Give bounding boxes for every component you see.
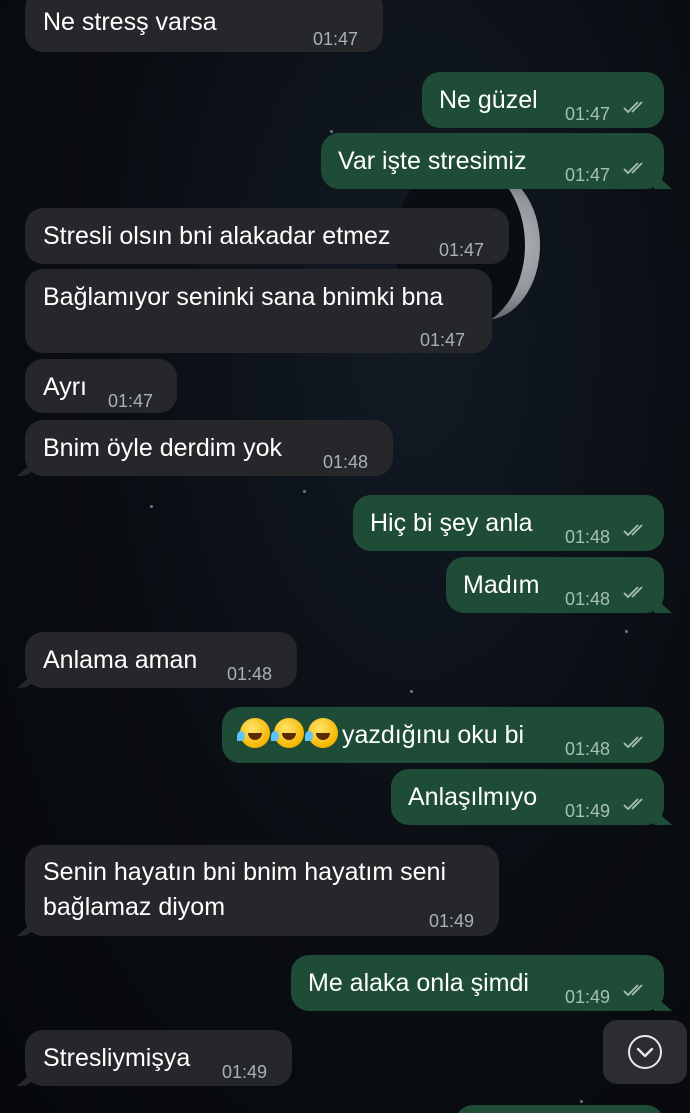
message-bubble-outgoing[interactable]: Ne güzel 01:47 xyxy=(422,72,664,128)
message-time: 01:47 xyxy=(565,165,611,185)
message-time: 01:47 xyxy=(565,104,611,124)
message-bubble-outgoing[interactable]: Me alaka onla şimdi 01:49 xyxy=(291,955,672,1011)
double-check-icon xyxy=(623,524,643,537)
message-text: Anlaşılmıyo xyxy=(408,783,538,811)
message-time: 01:49 xyxy=(565,801,611,821)
bubble-tail xyxy=(654,995,672,1011)
message-bubble-outgoing[interactable]: Hiç bi şey anla 01:48 xyxy=(353,495,664,551)
message-text: Madım xyxy=(463,571,540,599)
star xyxy=(150,505,153,508)
message-time: 01:48 xyxy=(565,739,611,759)
message-bubble-incoming[interactable]: Anlama aman 01:48 xyxy=(17,632,297,688)
chat-screen: Ne stresş varsa 01:47 Ne güzel 01:47 Var… xyxy=(0,0,690,1113)
message-bubble-incoming[interactable]: Ne stresş varsa 01:47 xyxy=(25,0,383,52)
message-text: Bağlamıyor seninki sana bnimki bna xyxy=(43,283,444,311)
star xyxy=(303,490,306,493)
message-text: Anlama aman xyxy=(43,646,198,674)
message-bubble-incoming[interactable]: Stresliymişya 01:49 xyxy=(17,1030,292,1086)
message-text-line1: Senin hayatın bni bnim hayatım seni xyxy=(43,858,447,886)
message-content: yazdığınu oku bi xyxy=(237,718,525,752)
message-bubble-incoming[interactable]: Ayrı 01:47 xyxy=(25,359,177,413)
double-check-icon xyxy=(623,736,643,749)
message-text-line2: bağlamaz diyom xyxy=(43,893,226,921)
message-text: Me alaka onla şimdi xyxy=(308,969,529,997)
bubble-tail xyxy=(654,173,672,189)
message-text: Ne stresş varsa xyxy=(43,8,217,36)
bubble-tail xyxy=(17,920,35,936)
message-time: 01:49 xyxy=(429,911,475,931)
bubble-tail xyxy=(654,597,672,613)
message-time: 01:48 xyxy=(323,452,369,472)
message-bubble-incoming[interactable]: Senin hayatın bni bnim hayatım seni bağl… xyxy=(17,845,499,936)
message-text: Stresliymişya xyxy=(43,1044,191,1072)
message-time: 01:47 xyxy=(420,330,466,350)
star xyxy=(580,1100,583,1103)
message-bubble-outgoing[interactable]: Anlaşılmıyo 01:49 xyxy=(391,769,672,825)
star xyxy=(330,130,333,133)
message-bubble-outgoing[interactable]: Var işte stresimiz 01:47 xyxy=(321,133,672,189)
message-time: 01:47 xyxy=(108,391,154,411)
message-bubble-incoming[interactable]: Bnim öyle derdim yok 01:48 xyxy=(17,420,393,476)
bubble-tail xyxy=(654,809,672,825)
message-text: Bnim öyle derdim yok xyxy=(43,434,282,462)
message-text: Ayrı xyxy=(43,373,87,401)
message-text: Ne güzel xyxy=(439,86,538,114)
bubble-tail xyxy=(17,460,35,476)
scroll-to-bottom-button[interactable] xyxy=(603,1020,687,1084)
double-check-icon xyxy=(623,101,643,114)
message-time: 01:47 xyxy=(313,29,359,49)
rolling-laughing-emoji xyxy=(305,718,338,748)
message-text: Hiç bi şey anla xyxy=(370,509,533,537)
message-bubble-incoming[interactable]: Bağlamıyor seninki sana bnimki bna 01:47 xyxy=(25,269,492,353)
message-text: Stresli olsın bni alakadar etmez xyxy=(43,222,391,250)
rolling-laughing-emoji xyxy=(271,718,304,748)
message-text: yazdığınu oku bi xyxy=(342,721,525,749)
message-text: Var işte stresimiz xyxy=(338,147,527,175)
message-bubble-outgoing[interactable]: Madım 01:48 xyxy=(446,557,672,613)
rolling-laughing-emoji xyxy=(237,718,270,748)
message-time: 01:48 xyxy=(565,589,611,609)
message-bubble-outgoing[interactable]: yazdığınu oku bi 01:48 xyxy=(222,707,664,763)
star xyxy=(410,690,413,693)
bubble-tail xyxy=(17,672,35,688)
message-time: 01:47 xyxy=(439,240,485,260)
message-bubble-incoming[interactable]: Stresli olsın bni alakadar etmez 01:47 xyxy=(25,208,509,264)
chevron-down-circle-icon xyxy=(628,1035,662,1069)
double-check-icon xyxy=(623,162,643,175)
bubble-tail xyxy=(17,1070,35,1086)
message-time: 01:49 xyxy=(565,987,611,1007)
double-check-icon xyxy=(623,984,643,997)
star xyxy=(625,630,628,633)
message-time: 01:48 xyxy=(227,664,273,684)
message-time: 01:49 xyxy=(222,1062,268,1082)
message-bubble-outgoing-partial[interactable] xyxy=(455,1105,664,1113)
message-time: 01:48 xyxy=(565,527,611,547)
double-check-icon xyxy=(623,798,643,811)
double-check-icon xyxy=(623,586,643,599)
